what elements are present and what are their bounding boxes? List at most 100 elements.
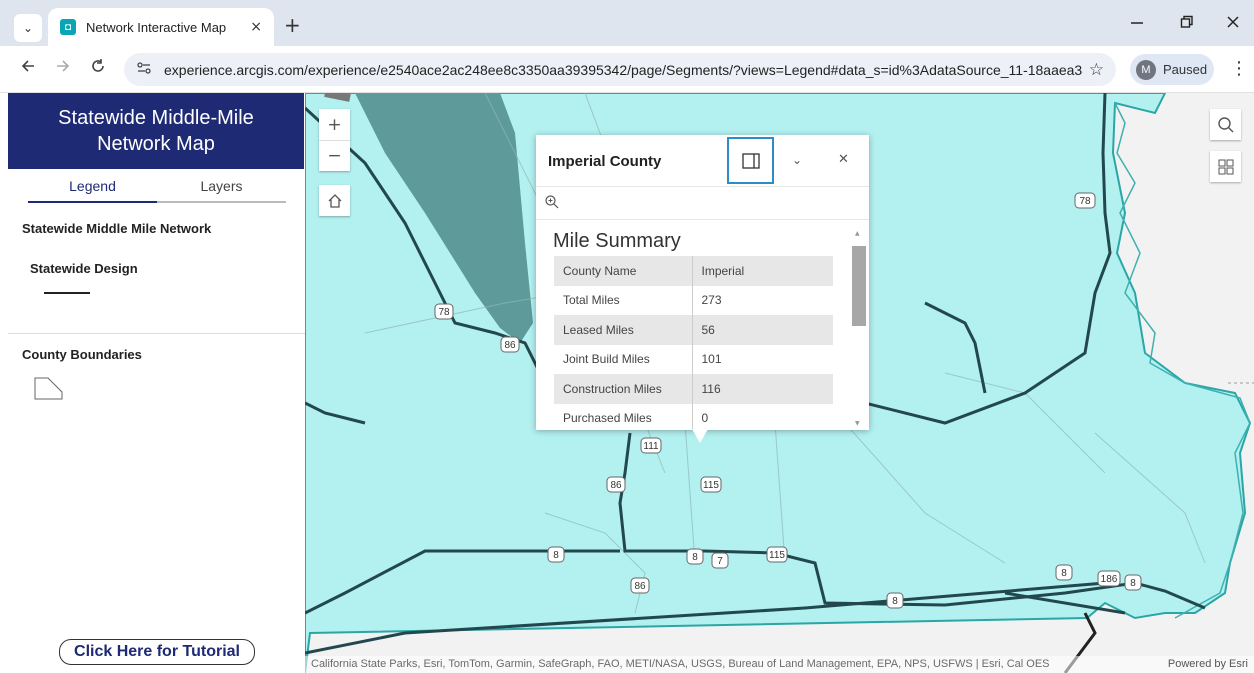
row-label: Construction Miles [554,374,693,404]
legend-county-title: County Boundaries [22,347,142,362]
page-title: Statewide Middle-Mile Network Map [58,107,254,155]
route-shield: 8 [547,546,565,563]
dock-popup-icon[interactable] [727,137,774,184]
restore-icon[interactable] [1180,14,1194,34]
scroll-thumb[interactable] [852,246,866,326]
svg-text:8: 8 [892,596,898,607]
url-omnibox[interactable]: experience.arcgis.com/experience/e2540ac… [124,53,1116,86]
search-icon[interactable] [1210,109,1241,140]
row-value: 273 [701,293,722,308]
table-row: Joint Build Miles 101 [554,344,833,374]
profile-button[interactable]: M Paused [1130,54,1214,85]
tutorial-button[interactable]: Click Here for Tutorial [59,639,255,665]
feature-popup: Imperial County ⌄ ✕ Mile Summary County … [536,135,869,443]
route-shield: 115 [766,546,788,563]
bookmark-star-icon[interactable]: ☆ [1089,60,1104,80]
back-arrow-icon[interactable] [20,58,36,79]
minimize-icon[interactable] [1130,14,1144,34]
site-info-icon[interactable] [136,61,154,78]
svg-text:8: 8 [553,550,559,561]
svg-text:186: 186 [1101,574,1118,585]
zoom-in-button[interactable]: + [319,109,350,140]
svg-text:86: 86 [610,480,622,491]
svg-text:8: 8 [1061,568,1067,579]
browser-tab-bar: ⌄ ◘ Network Interactive Map × + [0,0,1254,46]
powered-by-link[interactable]: Powered by Esri [1168,656,1248,673]
zoom-to-icon[interactable] [544,194,560,215]
table-row: Leased Miles 56 [554,315,833,345]
reload-icon[interactable] [90,58,106,79]
route-shield: 78 [434,303,454,320]
table-row: Construction Miles 116 [554,374,833,404]
legend-layer-title: Statewide Design [30,261,138,276]
map-view[interactable]: 78 78 86 111 86 115 8 8 7 115 86 8 8 186… [305,93,1254,673]
svg-text:86: 86 [504,340,516,351]
legend-group-title: Statewide Middle Mile Network [22,221,212,236]
address-bar-row: experience.arcgis.com/experience/e2540ac… [0,46,1254,93]
row-label: County Name [554,256,693,286]
attribution-text: California State Parks, Esri, TomTom, Ga… [311,658,1050,670]
line-symbol-icon [44,292,90,294]
scroll-up-icon[interactable]: ▲ [855,230,860,237]
section-title: Mile Summary [553,230,681,252]
row-label: Joint Build Miles [554,344,693,374]
browser-menu-icon[interactable]: ⋮ [1230,58,1248,79]
svg-text:86: 86 [634,581,646,592]
mile-summary-table: County Name Imperial Total Miles 273 Lease… [554,256,833,430]
scroll-down-icon[interactable]: ▼ [855,420,860,427]
route-shield: 8 [1124,574,1142,591]
polygon-symbol-icon [34,377,64,406]
legend-sidebar: Statewide Middle-Mile Network Map Legend… [0,93,305,673]
popup-scrollbar[interactable]: ▲ ▼ [852,230,866,430]
row-value: Imperial [692,256,833,286]
route-shield: 8 [1055,564,1073,581]
svg-text:78: 78 [1079,196,1091,207]
svg-text:7: 7 [717,556,723,567]
row-value: 101 [701,352,722,367]
route-shield: 186 [1097,570,1121,587]
row-value: 56 [692,315,833,345]
window-close-icon[interactable] [1226,14,1240,34]
route-shield: 86 [606,476,626,493]
route-shield: 86 [500,336,520,353]
table-row: Total Miles 273 [554,285,833,315]
arcgis-favicon-icon: ◘ [60,19,76,35]
divider [536,186,869,187]
avatar: M [1136,59,1156,80]
svg-text:8: 8 [1130,578,1136,589]
tab-legend[interactable]: Legend [28,171,157,203]
row-label: Leased Miles [554,315,693,345]
svg-text:115: 115 [703,480,719,491]
basemap-gallery-icon[interactable] [1210,151,1241,182]
table-row: County Name Imperial [554,256,833,286]
chevron-down-icon[interactable]: ⌄ [792,153,802,167]
row-label: Total Miles [554,285,693,315]
svg-text:78: 78 [438,307,450,318]
sidebar-tabs: Legend Layers [28,171,286,203]
route-shield: 115 [700,476,722,493]
route-shield: 8 [686,548,704,565]
row-label: Purchased Miles [554,403,693,430]
tab-layers[interactable]: Layers [157,171,286,203]
sidebar-header: Statewide Middle-Mile Network Map [8,93,304,169]
home-icon[interactable] [319,185,350,216]
svg-text:111: 111 [643,441,659,452]
popup-content[interactable]: Mile Summary County Name Imperial Total M… [536,219,869,430]
browser-tab[interactable]: ◘ Network Interactive Map × [48,8,274,46]
route-shield: 86 [630,577,650,594]
popup-pointer [692,429,708,443]
url-text: experience.arcgis.com/experience/e2540ac… [164,61,1083,78]
forward-arrow-icon[interactable] [55,58,71,79]
route-shield: 78 [1074,192,1096,209]
close-icon[interactable]: ✕ [838,152,849,167]
new-tab-button[interactable]: + [284,13,301,37]
tab-close-icon[interactable]: × [250,19,262,35]
svg-text:8: 8 [692,552,698,563]
zoom-out-button[interactable]: − [319,140,350,171]
route-shield: 8 [886,592,904,609]
zoom-control: + − [319,109,350,171]
route-shield: 111 [640,437,662,454]
row-value: 116 [692,374,833,404]
tab-search-button[interactable]: ⌄ [14,14,42,42]
popup-title: Imperial County [548,153,662,170]
